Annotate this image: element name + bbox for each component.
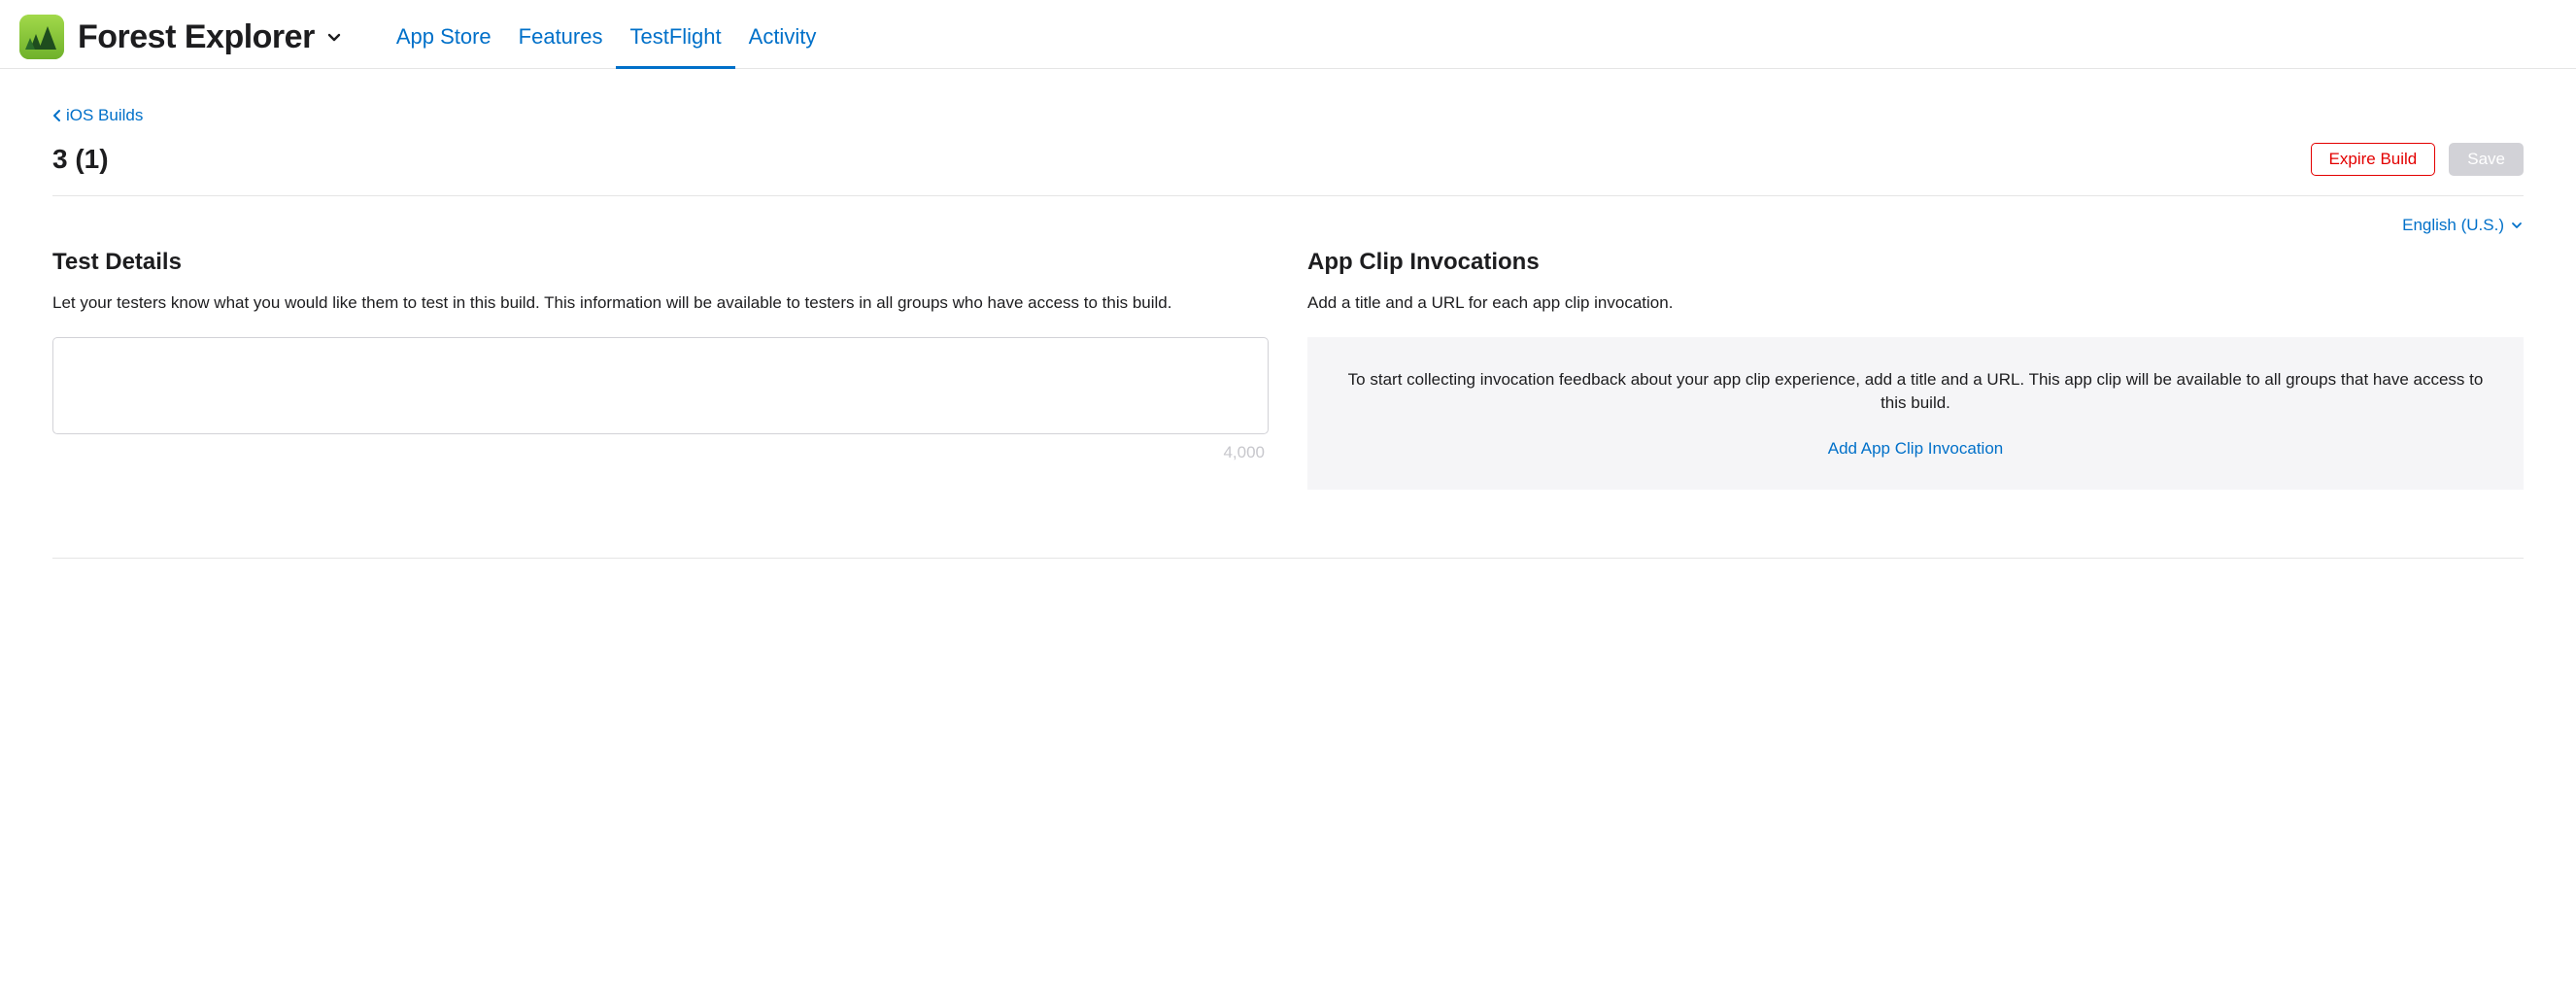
- add-invocation-link[interactable]: Add App Clip Invocation: [1828, 439, 2004, 459]
- test-details-heading: Test Details: [52, 249, 1269, 276]
- tab-app-store[interactable]: App Store: [383, 7, 505, 69]
- app-header: Forest Explorer App Store Features TestF…: [0, 0, 2576, 69]
- language-row: English (U.S.): [52, 216, 2524, 235]
- app-clip-heading: App Clip Invocations: [1307, 249, 2524, 276]
- app-switcher[interactable]: Forest Explorer: [78, 18, 344, 56]
- char-count: 4,000: [1223, 443, 1265, 462]
- invocation-empty-box: To start collecting invocation feedback …: [1307, 337, 2524, 490]
- language-selector[interactable]: English (U.S.): [2402, 216, 2524, 235]
- tab-features[interactable]: Features: [505, 7, 617, 69]
- breadcrumb-label: iOS Builds: [66, 106, 143, 125]
- tab-activity[interactable]: Activity: [735, 7, 830, 69]
- title-row: 3 (1) Expire Build Save: [52, 143, 2524, 196]
- invocation-box-text: To start collecting invocation feedback …: [1346, 368, 2485, 416]
- tab-testflight[interactable]: TestFlight: [616, 7, 734, 69]
- chevron-down-icon: [2510, 219, 2524, 232]
- test-details-input-wrap: 4,000: [52, 337, 1269, 439]
- two-column-layout: Test Details Let your testers know what …: [52, 249, 2524, 490]
- build-title: 3 (1): [52, 144, 109, 175]
- chevron-left-icon: [52, 109, 62, 122]
- app-title: Forest Explorer: [78, 18, 315, 56]
- bottom-divider: [52, 558, 2524, 559]
- app-clip-section: App Clip Invocations Add a title and a U…: [1307, 249, 2524, 490]
- language-label: English (U.S.): [2402, 216, 2504, 235]
- nav-tabs: App Store Features TestFlight Activity: [383, 6, 830, 68]
- test-details-input[interactable]: [52, 337, 1269, 434]
- breadcrumb-back[interactable]: iOS Builds: [52, 106, 143, 125]
- test-details-section: Test Details Let your testers know what …: [52, 249, 1269, 490]
- expire-build-button[interactable]: Expire Build: [2311, 143, 2436, 176]
- content-area: iOS Builds 3 (1) Expire Build Save Engli…: [0, 69, 2576, 597]
- title-actions: Expire Build Save: [2311, 143, 2524, 176]
- test-details-description: Let your testers know what you would lik…: [52, 291, 1269, 316]
- save-button: Save: [2449, 143, 2524, 176]
- app-clip-description: Add a title and a URL for each app clip …: [1307, 291, 2524, 316]
- app-icon: [19, 15, 64, 59]
- chevron-down-icon: [324, 27, 344, 47]
